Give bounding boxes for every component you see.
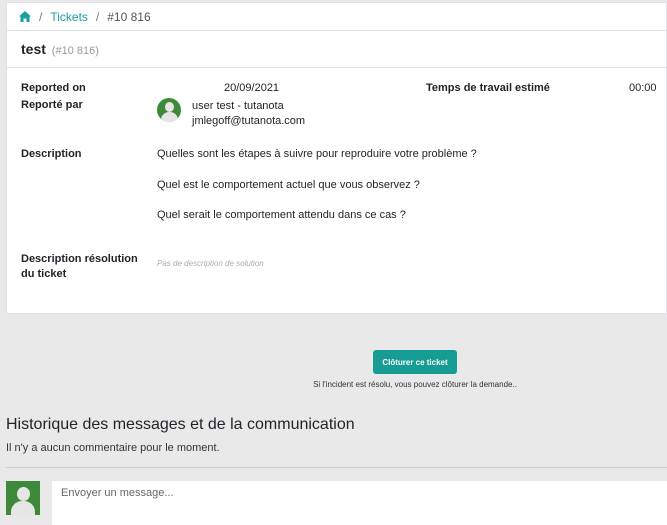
ticket-title: test [21,41,46,57]
page-title: test (#10 816) [21,41,99,57]
breadcrumb-separator: / [95,9,100,24]
breadcrumb-tickets-link[interactable]: Tickets [50,10,88,24]
current-user-avatar [6,481,40,515]
description-line: Quel est le comportement actuel que vous… [157,179,420,191]
resolution-label-line2: du ticket [21,268,67,280]
title-divider [7,67,666,68]
resolution-value: Pas de description de solution [157,259,264,268]
ticket-card: / Tickets / #10 816 test (#10 816) Repor… [6,2,667,314]
home-icon[interactable] [19,11,31,22]
breadcrumb: / Tickets / #10 816 [7,3,666,31]
breadcrumb-current: #10 816 [107,9,151,24]
reporter-avatar [157,98,181,122]
history-empty-text: Il n'y a aucun commentaire pour le momen… [6,442,220,454]
reported-on-value: 20/09/2021 [224,82,280,94]
description-line: Quel serait le comportement attendu dans… [157,209,406,221]
history-title: Historique des messages et de la communi… [6,416,355,433]
history-divider [6,467,667,468]
close-ticket-hint: Si l'incident est résolu, vous pouvez cl… [313,380,517,389]
reported-by-label: Reporté par [21,99,83,111]
description-label: Description [21,148,82,160]
estimated-time-value: 00:00 [629,82,657,94]
ticket-number: (#10 816) [51,45,99,57]
reported-on-label: Reported on [21,82,86,94]
estimated-time-label: Temps de travail estimé [426,82,550,94]
breadcrumb-separator: / [39,9,43,24]
close-ticket-button[interactable]: Clôturer ce ticket [373,350,457,374]
resolution-label: Description résolution [21,253,138,265]
reporter-email[interactable]: jmlegoff@tutanota.com [192,114,305,129]
reporter-name: user test - tutanota [192,100,284,112]
message-input[interactable] [52,481,667,525]
description-line: Quelles sont les étapes à suivre pour re… [157,148,477,160]
